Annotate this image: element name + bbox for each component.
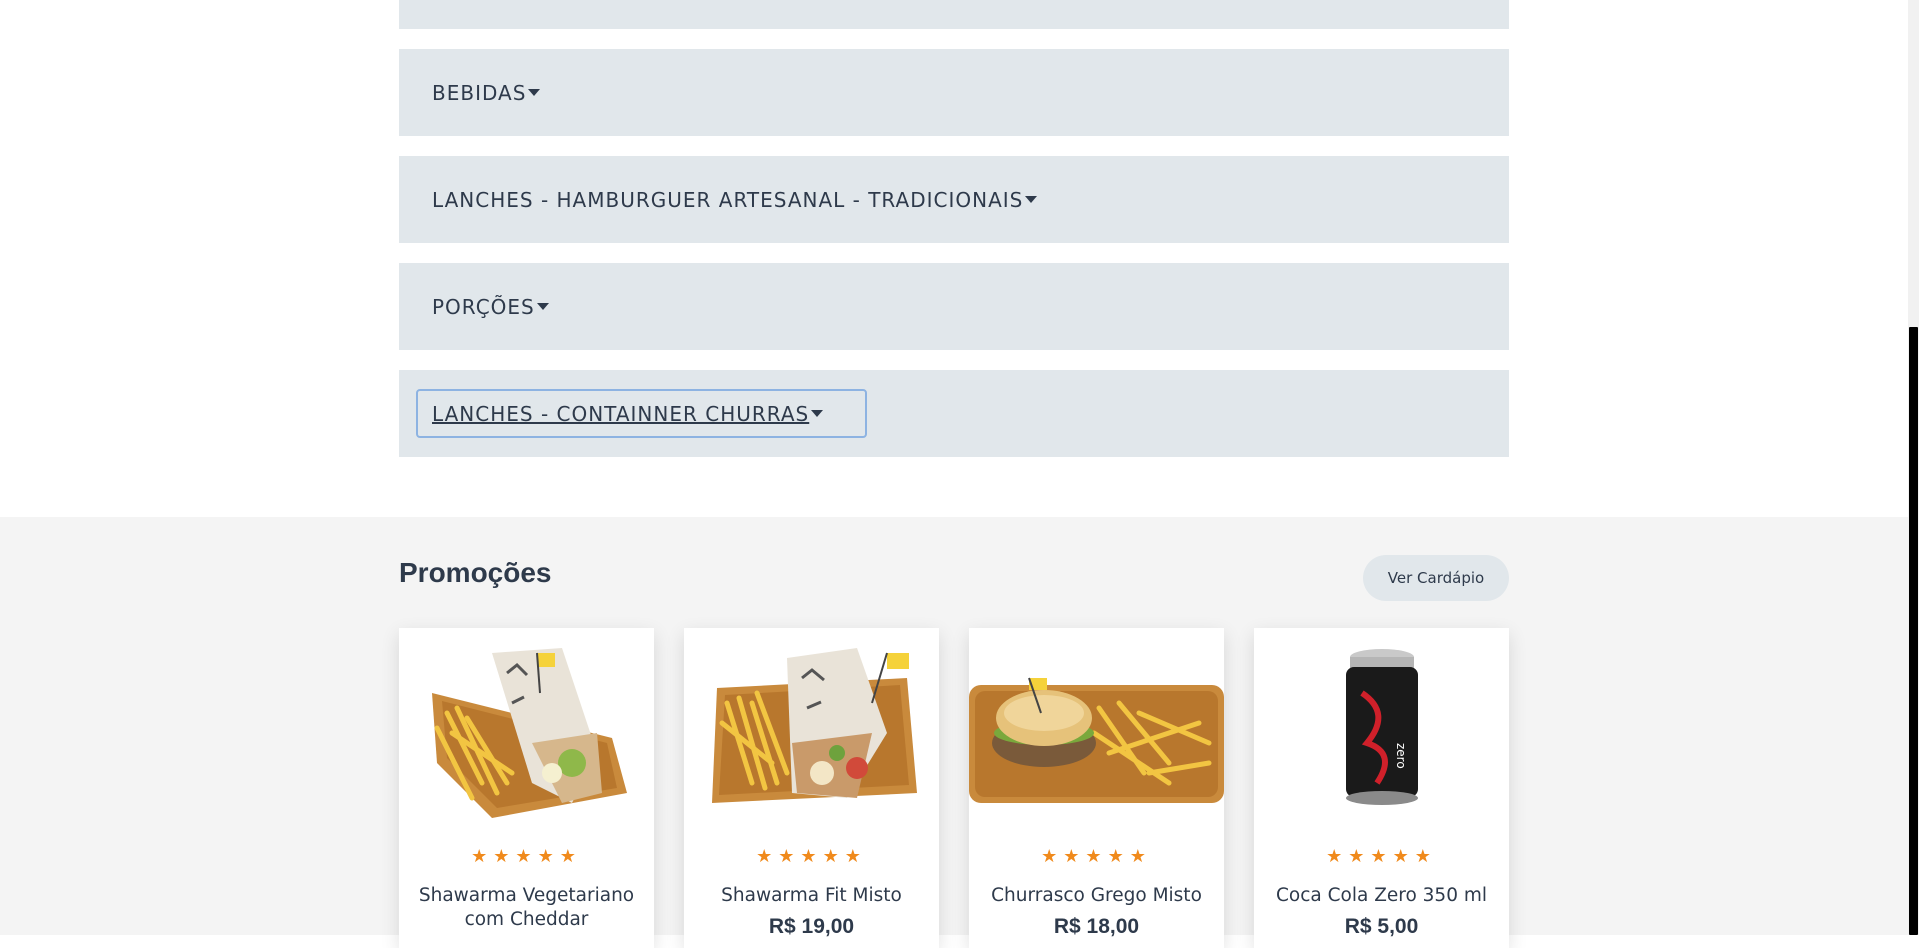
caret-down-icon — [1025, 196, 1038, 203]
category-toggle-bebidas[interactable]: BEBIDAS — [432, 80, 541, 105]
product-name[interactable]: Churrasco Grego Misto — [979, 884, 1214, 908]
product-card[interactable]: ★★★★★ Shawarma Fit Misto R$ 19,00 — [684, 628, 939, 948]
category-row-lanches-containner[interactable]: LANCHES - CONTAINNER CHURRAS — [399, 370, 1509, 457]
rating-stars: ★★★★★ — [471, 846, 582, 866]
promotions-title: Promoções — [399, 557, 552, 588]
product-name[interactable]: Shawarma Vegetariano com Cheddar — [409, 884, 644, 932]
caret-down-icon — [536, 303, 549, 310]
caret-down-icon — [528, 89, 541, 96]
category-toggle-lanches-containner[interactable]: LANCHES - CONTAINNER CHURRAS — [432, 401, 824, 426]
category-row-porcoes[interactable]: PORÇÕES — [399, 263, 1509, 350]
category-row-bebidas[interactable]: BEBIDAS — [399, 49, 1509, 136]
category-toggle-porcoes[interactable]: PORÇÕES — [432, 295, 549, 319]
category-row-top-partial[interactable] — [399, 0, 1509, 29]
category-label: BEBIDAS — [432, 80, 527, 105]
product-price: R$ 18,00 — [1053, 915, 1140, 938]
category-label: LANCHES - CONTAINNER CHURRAS — [432, 401, 810, 426]
product-card[interactable]: ★★★★★ Shawarma Vegetariano com Cheddar — [399, 628, 654, 948]
category-label: LANCHES - HAMBURGUER ARTESANAL - TRADICI… — [432, 187, 1024, 212]
product-name[interactable]: Coca Cola Zero 350 ml — [1264, 884, 1499, 908]
wrap-with-fries-image[interactable] — [399, 628, 654, 828]
svg-text:zero: zero — [1394, 743, 1408, 769]
promotions-section: Promoções Ver Cardápio ★★★★★ Shawarma Ve… — [0, 517, 1908, 948]
category-label: PORÇÕES — [432, 294, 535, 319]
view-menu-button[interactable]: Ver Cardápio — [1363, 555, 1509, 601]
scrollbar-thumb[interactable] — [1909, 327, 1918, 935]
rating-stars: ★★★★★ — [1041, 846, 1152, 866]
category-toggle-lanches-hamburguer[interactable]: LANCHES - HAMBURGUER ARTESANAL - TRADICI… — [432, 187, 1038, 212]
rating-stars: ★★★★★ — [756, 846, 867, 866]
caret-down-icon — [811, 410, 824, 417]
category-row-lanches-hamburguer[interactable]: LANCHES - HAMBURGUER ARTESANAL - TRADICI… — [399, 156, 1509, 243]
product-card[interactable]: ★★★★★ Churrasco Grego Misto R$ 18,00 — [969, 628, 1224, 948]
product-name[interactable]: Shawarma Fit Misto — [694, 884, 929, 908]
soda-can-image[interactable]: zero — [1254, 628, 1509, 828]
product-card[interactable]: zero ★★★★★ Coca Cola Zero 350 ml R$ 5,00 — [1254, 628, 1509, 948]
sandwich-with-fries-image[interactable] — [969, 628, 1224, 828]
product-price: R$ 5,00 — [1344, 915, 1419, 938]
product-price: R$ 19,00 — [768, 915, 855, 938]
rating-stars: ★★★★★ — [1326, 846, 1437, 866]
wrap-with-fries-image[interactable] — [684, 628, 939, 828]
